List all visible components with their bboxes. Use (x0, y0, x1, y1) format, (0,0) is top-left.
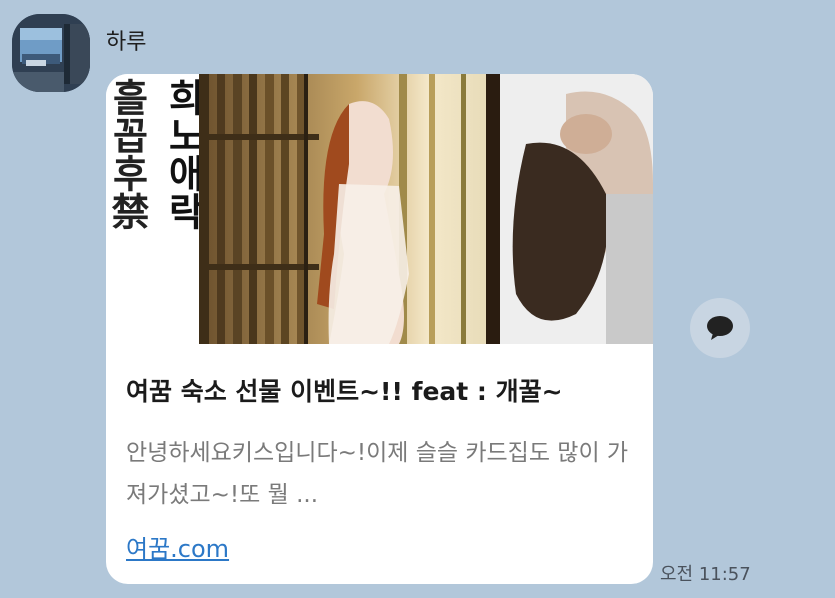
card-title: 여꿈 숙소 선물 이벤트~!! feat : 개꿀~ (126, 377, 563, 406)
link-thumbnail[interactable]: 흘꼽후禁 희노애락 (106, 74, 653, 344)
link-preview-card[interactable]: 흘꼽후禁 희노애락 여꿈 숙소 선물 이벤트~!! feat: 개꿀~ 안녕하… (106, 74, 653, 584)
calligraphy-panel: 흘꼽후禁 희노애락 (106, 74, 206, 344)
chat-view: 하루 흘꼽후禁 희노애락 여꿈 숙소 선물 이벤트~!! feat: 개꿀~ … (0, 0, 835, 598)
thumbnail-photo-woman (486, 74, 653, 344)
thumbnail-photo-bamboo (199, 74, 486, 344)
share-button[interactable] (690, 298, 750, 358)
avatar[interactable] (12, 14, 90, 92)
card-description: 안녕하세요키스입니다~!이제 슬슬 카드집도 많이 가져가셨고~!또 뭘 ... (126, 440, 629, 508)
card-link[interactable]: 여꿈.com (126, 529, 229, 564)
avatar-photo (12, 14, 90, 92)
sender-name: 하루 (106, 30, 147, 55)
message-timestamp: 오전 11:57 (660, 564, 751, 585)
speech-bubble-icon (707, 316, 733, 340)
